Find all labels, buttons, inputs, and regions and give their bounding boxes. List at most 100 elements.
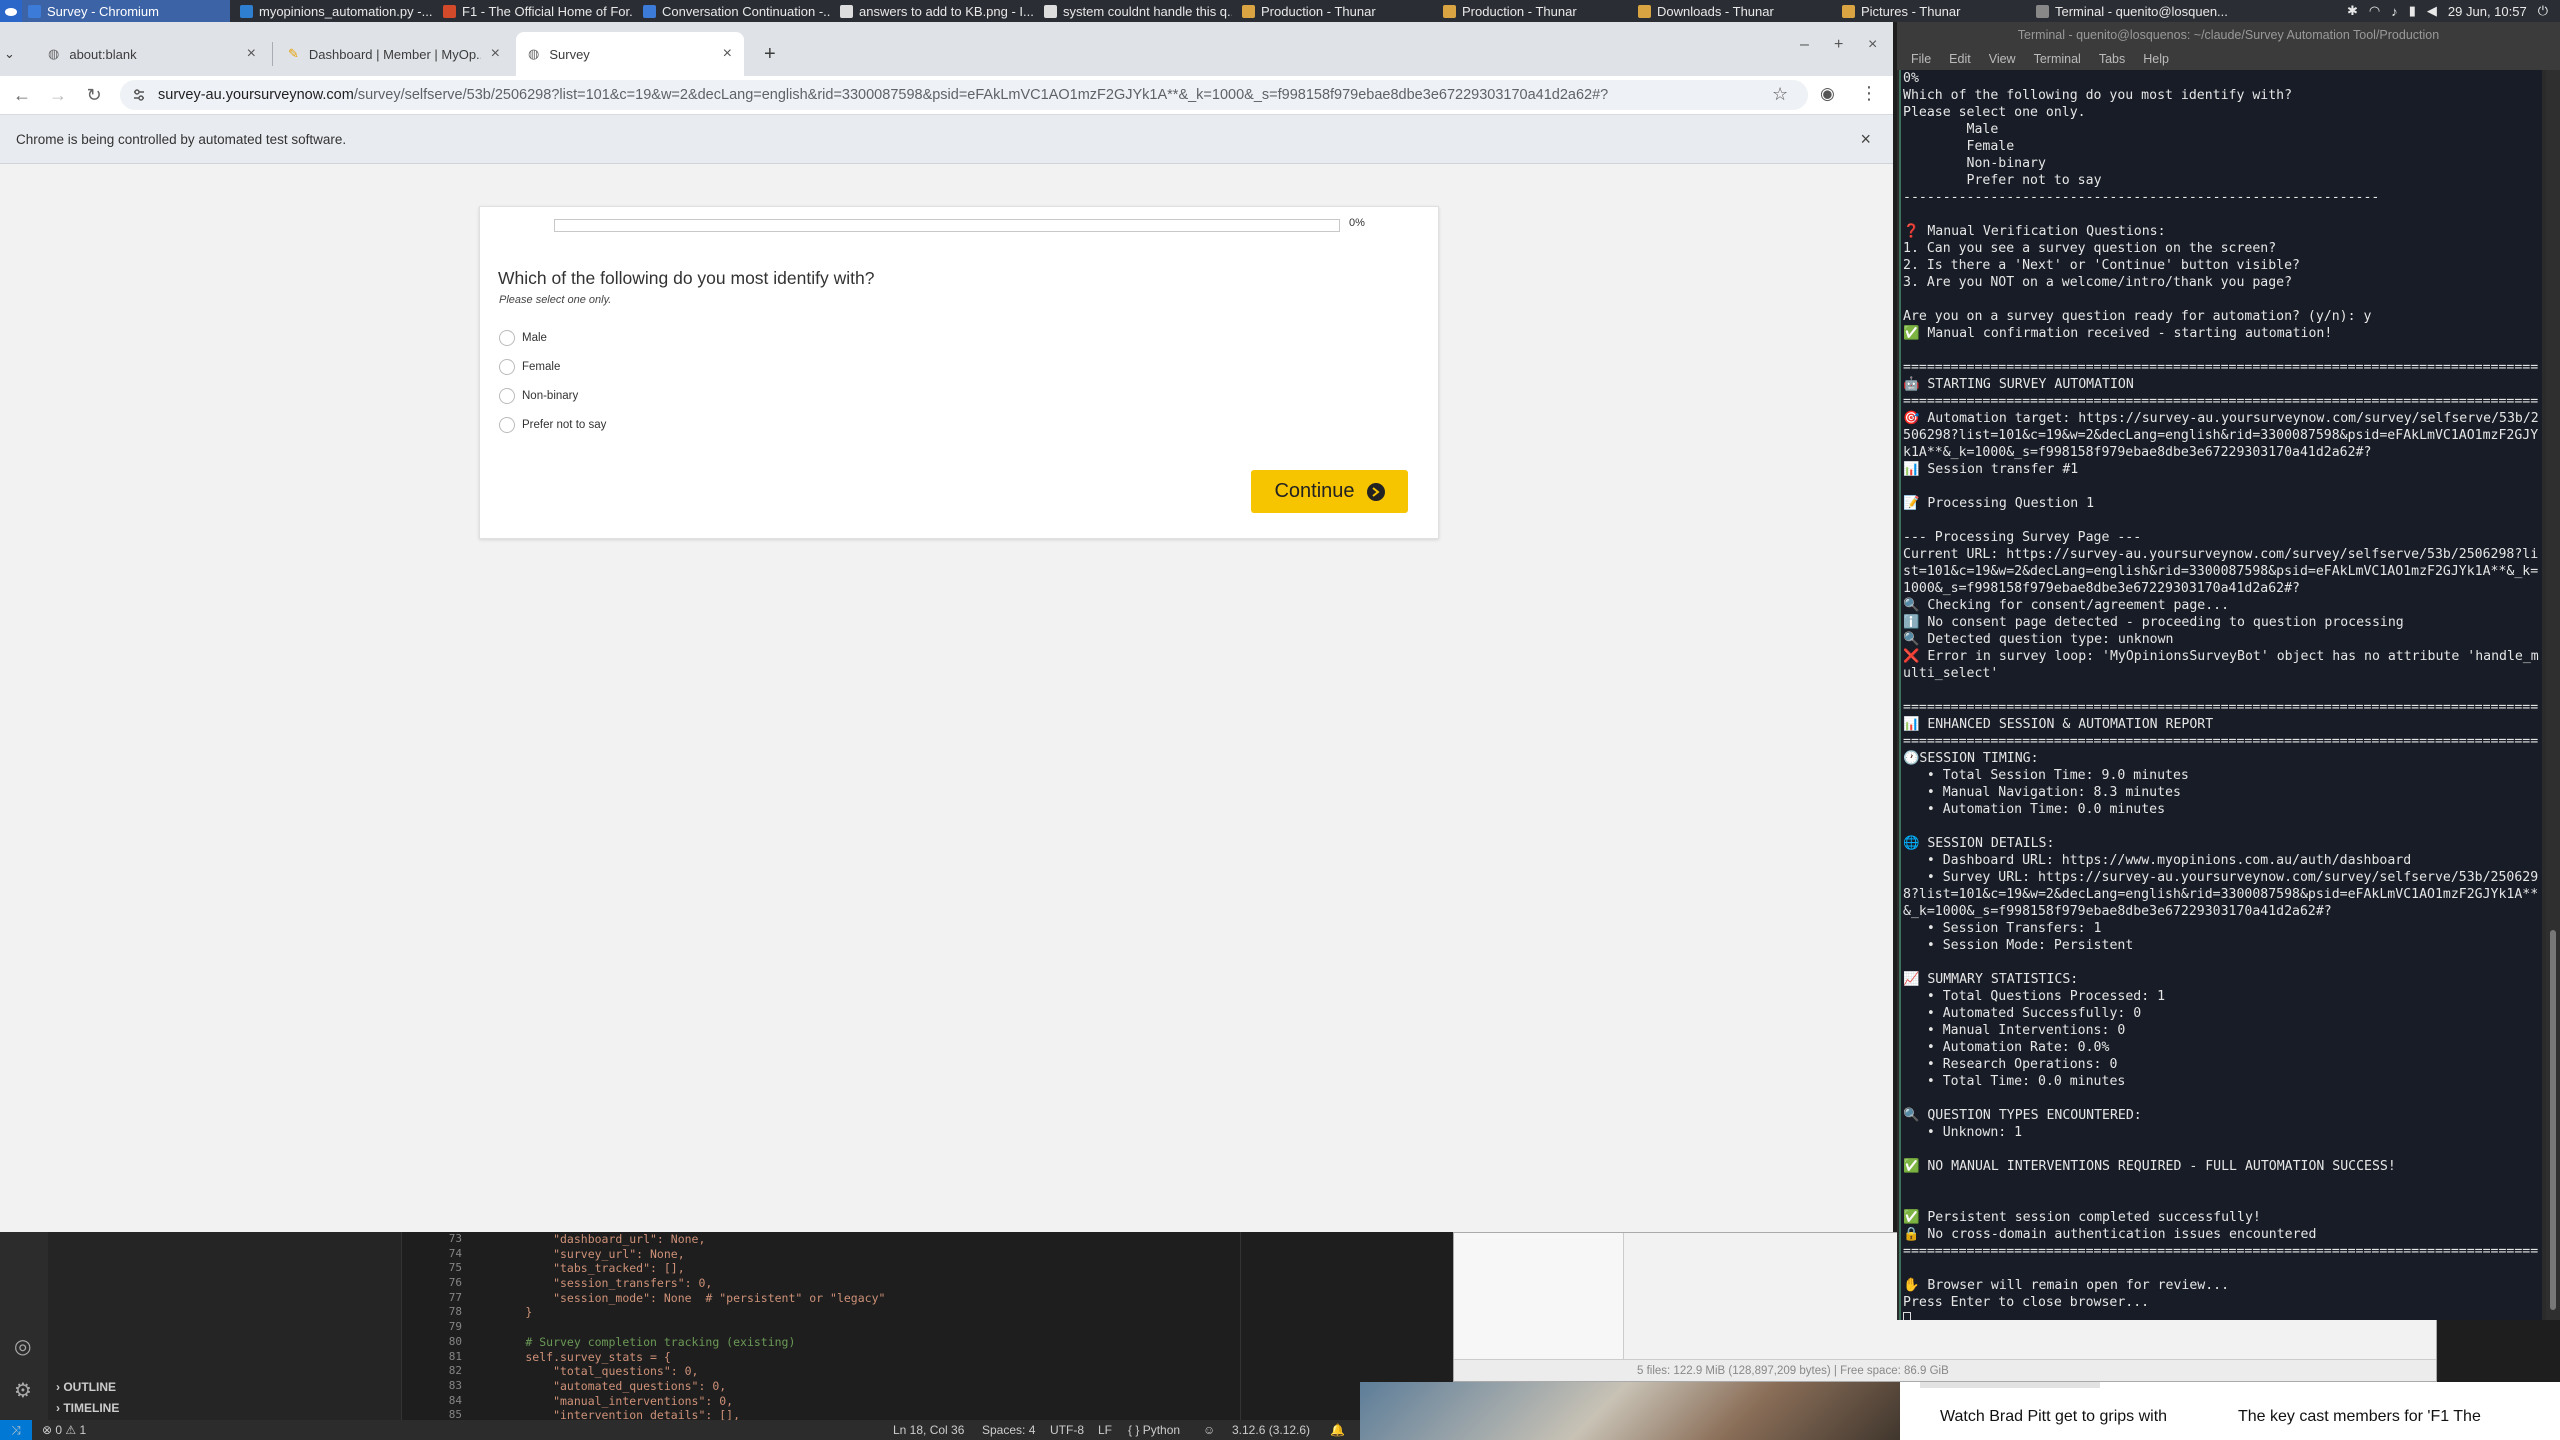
tab-about-blank[interactable]: ◍ about:blank ×: [36, 32, 268, 76]
back-button[interactable]: ←: [4, 85, 40, 106]
line-ending[interactable]: LF: [1098, 1423, 1112, 1437]
power-icon[interactable]: ⏻: [2538, 3, 2548, 19]
clock[interactable]: 29 Jun, 10:57: [2448, 4, 2527, 19]
taskbar-window-button[interactable]: system couldnt handle this q...: [1038, 0, 1232, 22]
minimize-icon[interactable]: –: [1800, 36, 1809, 54]
bookmark-star-icon[interactable]: ☆: [1772, 84, 1788, 105]
taskbar-window-button[interactable]: Pictures - Thunar: [1836, 0, 2026, 22]
new-tab-button[interactable]: +: [752, 32, 788, 76]
terminal-line: 🤖 STARTING SURVEY AUTOMATION: [1903, 377, 2134, 392]
explorer-sidebar: › OUTLINE › TIMELINE: [48, 1232, 402, 1420]
radio-button[interactable]: [499, 330, 515, 346]
app-icon: [1638, 4, 1651, 18]
close-tab-icon[interactable]: ×: [491, 45, 500, 63]
terminal-line: 🎯 Automation target: https://survey-au.y…: [1903, 411, 2539, 460]
terminal-line: 0%: [1903, 71, 1919, 86]
news-caption-1[interactable]: Watch Brad Pitt get to grips with: [1940, 1408, 2167, 1426]
scrollbar-thumb[interactable]: [2550, 930, 2556, 1310]
taskbar-window-button[interactable]: Conversation Continuation -...: [637, 0, 830, 22]
terminal-line: • Survey URL: https://survey-au.yoursurv…: [1903, 870, 2539, 919]
terminal-line: 🔒 No cross-domain authentication issues …: [1903, 1227, 2317, 1242]
terminal-menu-item[interactable]: Terminal: [2034, 52, 2081, 66]
account-icon[interactable]: ◎: [14, 1334, 31, 1359]
terminal-menu-item[interactable]: Help: [2143, 52, 2169, 66]
maximize-icon[interactable]: +: [1834, 36, 1843, 54]
option-male[interactable]: Male: [499, 330, 547, 346]
option-non-binary[interactable]: Non-binary: [499, 388, 578, 404]
battery-icon[interactable]: ▮: [2409, 3, 2416, 19]
python-interpreter[interactable]: 3.12.6 (3.12.6): [1232, 1423, 1310, 1437]
code-line: "manual_interventions": 0,: [470, 1393, 734, 1408]
taskbar-window-label: Conversation Continuation -...: [662, 3, 830, 19]
timeline-section[interactable]: › TIMELINE: [56, 1401, 119, 1415]
tab-survey[interactable]: ◍ Survey ×: [516, 32, 744, 76]
terminal-menu-item[interactable]: View: [1989, 52, 2016, 66]
continue-button[interactable]: Continue: [1251, 470, 1408, 513]
code-line: "dashboard_url": None,: [470, 1232, 706, 1246]
volume-icon[interactable]: ◀: [2427, 3, 2437, 19]
line-number: 76: [448, 1276, 462, 1290]
app-icon: [2036, 4, 2049, 18]
taskbar-window-button[interactable]: answers to add to KB.png - I...: [834, 0, 1034, 22]
taskbar-window-label: answers to add to KB.png - I...: [859, 3, 1034, 19]
reload-button[interactable]: ↻: [76, 85, 112, 106]
infobar-close-button[interactable]: ×: [1860, 129, 1871, 150]
tab-dashboard[interactable]: ✎ Dashboard | Member | MyOp... ×: [276, 32, 512, 76]
profile-icon[interactable]: ◉: [1820, 84, 1835, 104]
taskbar-window-button[interactable]: F1 - The Official Home of For...: [437, 0, 633, 22]
close-window-icon[interactable]: ×: [1868, 36, 1877, 54]
tab-search-button[interactable]: ⌄: [0, 32, 24, 76]
code-editor[interactable]: "dashboard_url": None, "survey_url": Non…: [470, 1232, 1240, 1420]
option-female[interactable]: Female: [499, 359, 560, 375]
taskbar-window-button[interactable]: Survey - Chromium: [22, 0, 230, 22]
terminal-menu-item[interactable]: Edit: [1949, 52, 1971, 66]
outline-section[interactable]: › OUTLINE: [56, 1380, 116, 1394]
terminal-line: • Total Session Time: 9.0 minutes: [1903, 768, 2189, 783]
taskbar-window-button[interactable]: Terminal - quenito@losquen...: [2030, 0, 2240, 22]
close-tab-icon[interactable]: ×: [247, 45, 256, 63]
close-tab-icon[interactable]: ×: [723, 45, 732, 63]
encoding[interactable]: UTF-8: [1050, 1423, 1084, 1437]
automation-infobar: Chrome is being controlled by automated …: [0, 114, 1893, 164]
menu-kebab-icon[interactable]: ⋮: [1860, 83, 1878, 104]
indentation[interactable]: Spaces: 4: [982, 1423, 1035, 1437]
radio-button[interactable]: [499, 417, 515, 433]
terminal-scrollbar[interactable]: [2546, 70, 2560, 1320]
radio-button[interactable]: [499, 388, 515, 404]
news-caption-2[interactable]: The key cast members for 'F1 The: [2238, 1408, 2481, 1426]
terminal-menu-item[interactable]: File: [1911, 52, 1931, 66]
site-info-icon[interactable]: [132, 88, 146, 102]
option-label: Male: [522, 332, 547, 344]
forward-button[interactable]: →: [40, 85, 76, 106]
problems-indicator[interactable]: ⊗ 0 ⚠ 1: [42, 1423, 86, 1437]
line-number: 83: [448, 1378, 462, 1392]
option-prefer-not-to-say[interactable]: Prefer not to say: [499, 417, 606, 433]
taskbar-window-button[interactable]: Production - Thunar: [1236, 0, 1432, 22]
taskbar-window-label: F1 - The Official Home of For...: [462, 3, 633, 19]
terminal-line: Female: [1903, 139, 2015, 154]
minimap[interactable]: [1240, 1232, 1360, 1420]
line-number: 75: [448, 1261, 462, 1275]
copilot-icon[interactable]: ☺: [1203, 1423, 1215, 1437]
terminal-output[interactable]: 0% Which of the following do you most ide…: [1899, 70, 2542, 1320]
settings-gear-icon[interactable]: ⚙: [14, 1378, 32, 1403]
language-mode[interactable]: { } Python: [1128, 1423, 1180, 1437]
notification-icon[interactable]: ♪: [2391, 4, 2398, 19]
bluetooth-icon[interactable]: ✱: [2347, 3, 2358, 19]
terminal-line: Which of the following do you most ident…: [1903, 88, 2293, 103]
notifications-bell-icon[interactable]: 🔔: [1330, 1423, 1345, 1437]
taskbar-window-button[interactable]: Production - Thunar: [1437, 0, 1628, 22]
radio-button[interactable]: [499, 359, 515, 375]
taskbar-window-button[interactable]: myopinions_automation.py -...: [234, 0, 434, 22]
xfce-logo-icon: [5, 8, 17, 16]
address-bar[interactable]: survey-au.yoursurveynow.com/survey/selfs…: [120, 80, 1808, 110]
taskbar-window-button[interactable]: Downloads - Thunar: [1632, 0, 1832, 22]
terminal-line: Current URL: https://survey-au.yoursurve…: [1903, 547, 2539, 596]
remote-indicator-icon[interactable]: ⤨: [0, 1420, 32, 1440]
wifi-icon[interactable]: ◠: [2369, 3, 2380, 19]
app-menu-button[interactable]: [0, 0, 22, 22]
cursor-position[interactable]: Ln 18, Col 36: [893, 1423, 964, 1437]
terminal-menu-item[interactable]: Tabs: [2099, 52, 2125, 66]
